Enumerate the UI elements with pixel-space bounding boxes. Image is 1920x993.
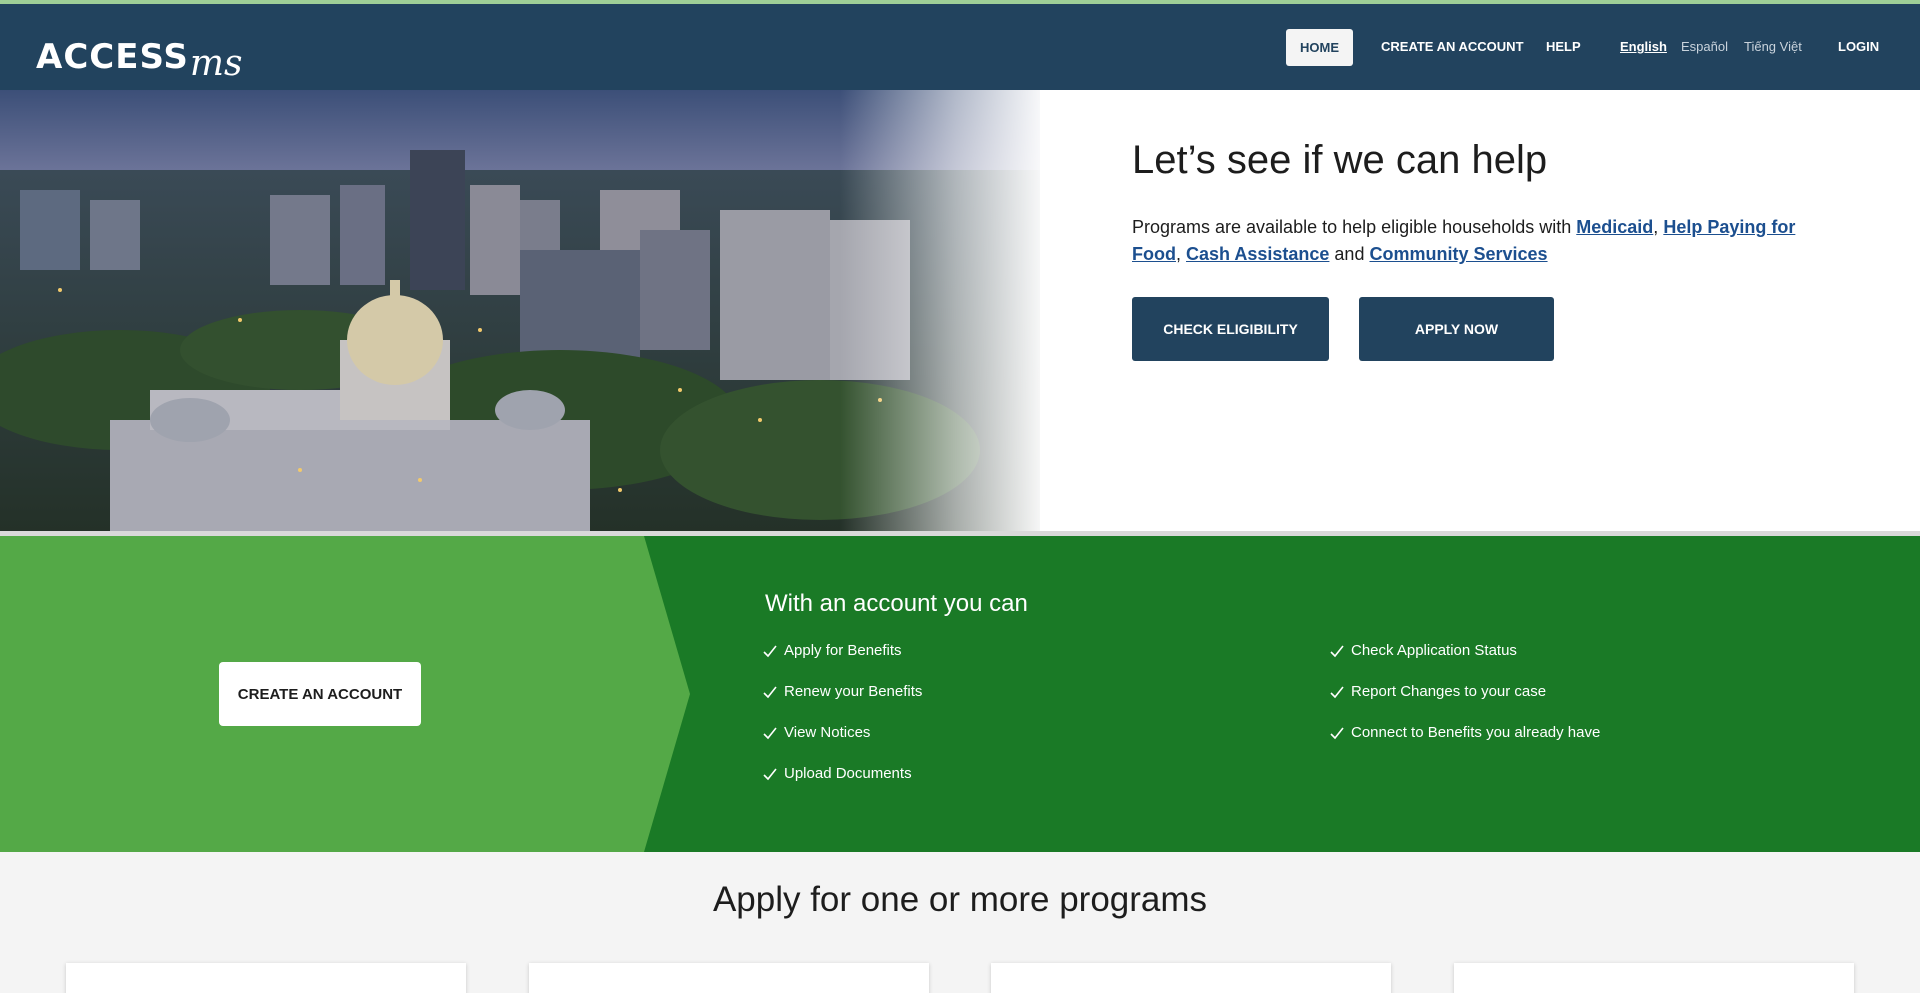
checkmark-icon (763, 768, 777, 780)
nav-home-button[interactable]: HOME (1286, 29, 1353, 66)
language-vietnamese-link[interactable]: Tiếng Việt (1744, 39, 1802, 54)
nav-login-link[interactable]: LOGIN (1838, 39, 1879, 54)
program-card[interactable] (1454, 963, 1854, 993)
hero-separator: , (1175, 244, 1181, 264)
feature-check-application-status: Check Application Status (1329, 642, 1517, 659)
checkmark-icon (763, 727, 777, 739)
program-card[interactable] (529, 963, 929, 993)
check-eligibility-button[interactable]: CHECK ELIGIBILITY (1132, 297, 1329, 361)
logo-wordmark: ACCESS (36, 37, 189, 77)
nav-create-account-link[interactable]: CREATE AN ACCOUNT (1381, 39, 1524, 54)
hero-section: Let’s see if we can help Programs are av… (0, 90, 1920, 531)
hero-description: Programs are available to help eligible … (1132, 214, 1832, 268)
checkmark-icon (1330, 727, 1344, 739)
account-benefits-title: With an account you can (765, 590, 1028, 617)
program-card[interactable] (991, 963, 1391, 993)
programs-section-title: Apply for one or more programs (712, 880, 1208, 919)
checkmark-icon (1330, 645, 1344, 657)
feature-label: Connect to Benefits you already have (1351, 724, 1601, 741)
checkmark-icon (1330, 686, 1344, 698)
feature-label: Report Changes to your case (1351, 683, 1547, 700)
hero-separator: , (1653, 217, 1659, 237)
apply-now-button[interactable]: APPLY NOW (1359, 297, 1554, 361)
feature-renew-benefits: Renew your Benefits (762, 683, 922, 700)
feature-apply-for-benefits: Apply for Benefits (762, 642, 902, 659)
cash-assistance-link[interactable]: Cash Assistance (1186, 244, 1329, 264)
feature-label: Renew your Benefits (784, 683, 923, 700)
create-account-button[interactable]: CREATE AN ACCOUNT (219, 662, 421, 726)
hero-title: Let’s see if we can help (1132, 138, 1548, 182)
accessms-logo[interactable]: ACCESS ms (36, 22, 243, 82)
feature-label: Upload Documents (784, 765, 912, 782)
feature-connect-to-benefits: Connect to Benefits you already have (1329, 724, 1600, 741)
hero-separator-and: and (1329, 244, 1370, 264)
medicaid-link[interactable]: Medicaid (1576, 217, 1653, 237)
account-benefits-band: CREATE AN ACCOUNT With an account you ca… (0, 536, 1920, 852)
feature-upload-documents: Upload Documents (762, 765, 912, 782)
feature-view-notices: View Notices (762, 724, 870, 741)
feature-label: View Notices (784, 724, 871, 741)
feature-label: Apply for Benefits (784, 642, 902, 659)
language-english-link[interactable]: English (1620, 39, 1667, 54)
hero-text-prefix: Programs are available to help eligible … (1132, 217, 1577, 237)
logo-ms-script: ms (189, 43, 243, 84)
feature-report-changes: Report Changes to your case (1329, 683, 1546, 700)
nav-help-link[interactable]: HELP (1546, 39, 1581, 54)
site-header: ACCESS ms HOME CREATE AN ACCOUNT HELP En… (0, 4, 1920, 90)
checkmark-icon (763, 645, 777, 657)
community-services-link[interactable]: Community Services (1369, 244, 1547, 264)
language-spanish-link[interactable]: Español (1681, 39, 1728, 54)
program-card[interactable] (66, 963, 466, 993)
feature-label: Check Application Status (1351, 642, 1517, 659)
checkmark-icon (763, 686, 777, 698)
hero-image-fade (840, 90, 1050, 531)
